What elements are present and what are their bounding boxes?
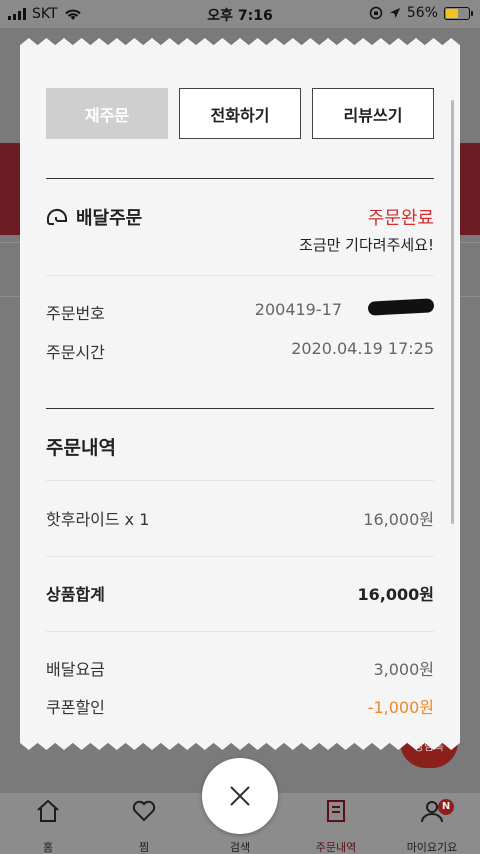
- section-divider: [46, 178, 434, 179]
- order-receipt-modal: 재주문 전화하기 리뷰쓰기 배달주문 주문완료 조금만 기다려주세요! 주문번호…: [20, 38, 460, 750]
- nav-label: 마이요기요: [406, 841, 458, 854]
- write-review-button[interactable]: 리뷰쓰기: [312, 88, 434, 139]
- battery-icon: [444, 6, 473, 20]
- delivery-fee-value: 3,000원: [373, 660, 434, 679]
- redaction-mark: [367, 298, 435, 316]
- order-number-value: 200419-17: [254, 300, 342, 319]
- row-divider: [46, 480, 434, 481]
- subtotal-value: 16,000원: [357, 585, 434, 604]
- close-icon: [230, 786, 250, 806]
- nav-label: 주문내역: [315, 841, 357, 854]
- action-buttons: 재주문 전화하기 리뷰쓰기: [46, 88, 434, 139]
- call-button[interactable]: 전화하기: [179, 88, 301, 139]
- nav-item-home[interactable]: 홈: [0, 799, 96, 854]
- home-icon: [37, 799, 59, 822]
- coupon-discount-label: 쿠폰할인: [46, 698, 105, 717]
- order-number-label: 주문번호: [46, 304, 105, 323]
- battery-fill: [446, 8, 458, 18]
- new-badge: N: [438, 799, 454, 815]
- heart-icon: [132, 800, 156, 822]
- section-divider: [46, 408, 434, 409]
- reorder-button[interactable]: 재주문: [46, 88, 168, 139]
- close-button[interactable]: [202, 758, 278, 834]
- nav-label: 찜: [138, 841, 150, 854]
- row-divider: [46, 275, 434, 276]
- delivery-order-title: 배달주문: [76, 208, 143, 229]
- status-bar: SKT 오후 7:16 56%: [0, 0, 480, 28]
- coupon-discount-value: -1,000원: [367, 698, 434, 717]
- nav-label: 홈: [42, 841, 54, 854]
- item-price: 16,000원: [363, 510, 434, 529]
- order-details-title: 주문내역: [46, 437, 116, 459]
- delivery-order-header: 배달주문: [46, 204, 142, 230]
- row-divider: [46, 631, 434, 632]
- order-time-label: 주문시간: [46, 343, 105, 362]
- helmet-icon: [46, 209, 67, 225]
- scrollbar[interactable]: [451, 100, 454, 524]
- subtotal-label: 상품합계: [46, 585, 105, 604]
- receipt-icon: [327, 800, 345, 822]
- order-status: 주문완료: [367, 208, 434, 229]
- order-time-value: 2020.04.19 17:25: [291, 339, 434, 358]
- delivery-fee-label: 배달요금: [46, 660, 105, 679]
- status-right: 56%: [369, 5, 473, 21]
- nav-item-orders[interactable]: 주문내역: [288, 799, 384, 854]
- battery-percent: 56%: [406, 5, 438, 21]
- orientation-lock-icon: [369, 6, 383, 20]
- item-name: 핫후라이드 x 1: [46, 510, 150, 529]
- nav-item-favorites[interactable]: 찜: [96, 799, 192, 854]
- nav-item-my-yogiyo[interactable]: N 마이요기요: [384, 799, 480, 854]
- nav-label: 검색: [229, 841, 251, 854]
- order-status-message: 조금만 기다려주세요!: [299, 236, 434, 254]
- location-icon: [389, 8, 400, 18]
- row-divider: [46, 556, 434, 557]
